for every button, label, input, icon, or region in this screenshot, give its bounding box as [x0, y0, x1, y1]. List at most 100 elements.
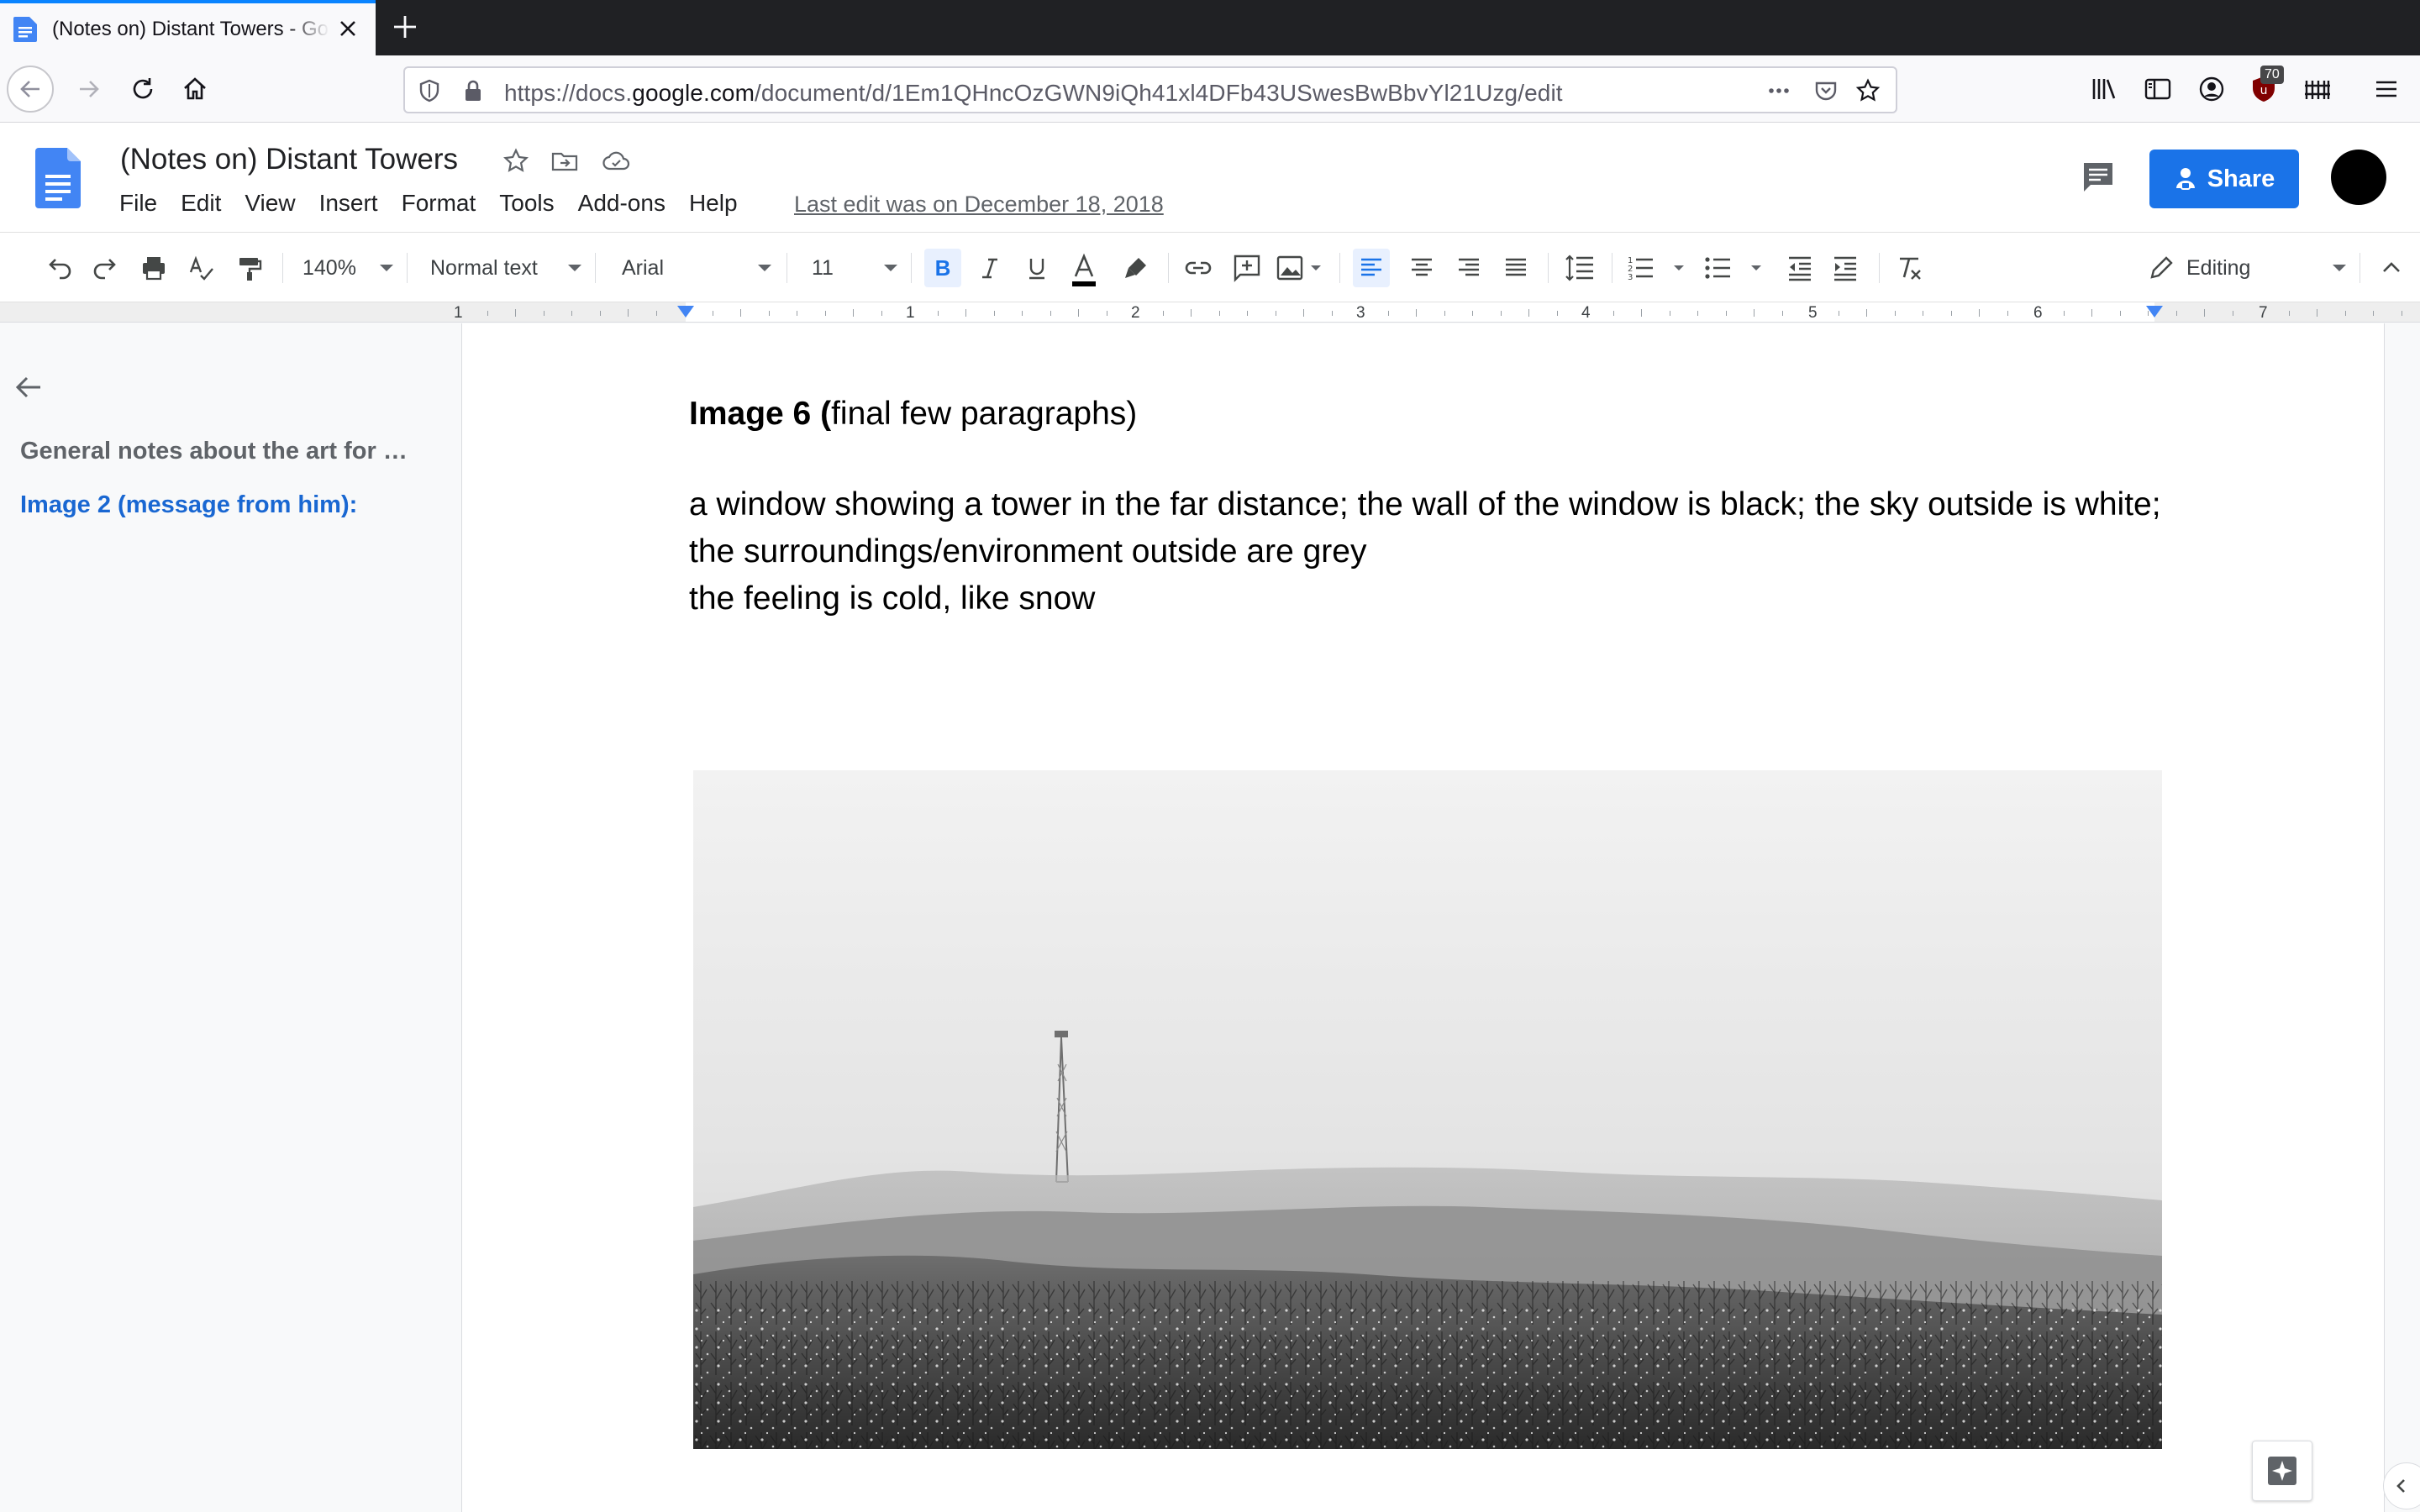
menu-format[interactable]: Format	[390, 190, 488, 217]
hamburger-menu-icon[interactable]	[2371, 74, 2402, 104]
ruler-tick	[1416, 309, 1417, 317]
left-indent-marker[interactable]	[677, 306, 694, 318]
horizontal-ruler[interactable]: 1 1 2 3 4 5 6 7	[0, 302, 2420, 323]
avatar[interactable]	[2331, 150, 2386, 205]
text-color-icon[interactable]	[1067, 251, 1101, 290]
document-page[interactable]: Image 6 (final few paragraphs) a window …	[461, 323, 2385, 1512]
justify-icon[interactable]	[1499, 251, 1533, 285]
star-icon[interactable]	[501, 146, 531, 176]
share-button[interactable]: Share	[2149, 150, 2299, 208]
browser-tab[interactable]: (Notes on) Distant Towers - Google Docs	[0, 0, 376, 55]
editing-mode-select[interactable]: Editing	[2186, 251, 2346, 285]
reload-button[interactable]	[119, 66, 166, 113]
ruler-tick	[600, 311, 601, 316]
menu-file[interactable]: File	[119, 190, 169, 217]
increase-indent-icon[interactable]	[1828, 251, 1862, 285]
insert-link-icon[interactable]	[1181, 251, 1215, 285]
chevron-left-icon	[2396, 1479, 2405, 1493]
decrease-indent-icon[interactable]	[1783, 251, 1817, 285]
ruler-tick	[1641, 309, 1642, 317]
clear-formatting-icon[interactable]	[1892, 251, 1926, 285]
ruler-label: 4	[1581, 304, 1591, 322]
ruler-tick	[2345, 311, 2346, 316]
outline-item-active[interactable]: Image 2 (message from him):	[20, 491, 424, 519]
inline-photo-tower-in-fog[interactable]	[693, 770, 2162, 1449]
redo-icon[interactable]	[89, 251, 123, 285]
outline-item[interactable]: General notes about the art for …	[20, 438, 424, 465]
font-size-select[interactable]: 11	[812, 251, 897, 285]
comment-history-icon[interactable]	[2079, 158, 2118, 197]
account-icon[interactable]	[2196, 74, 2227, 104]
spellcheck-icon[interactable]	[185, 251, 218, 285]
google-docs-logo-icon[interactable]	[35, 148, 81, 208]
paragraph-description[interactable]: a window showing a tower in the far dist…	[689, 481, 2185, 575]
close-outline-arrow-left-icon[interactable]	[12, 370, 45, 404]
ruler-tick	[2176, 311, 2177, 316]
document-title[interactable]: (Notes on) Distant Towers	[120, 143, 458, 176]
new-tab-plus-icon[interactable]	[390, 12, 420, 42]
sidebar-toggle-icon[interactable]	[2143, 74, 2173, 104]
editing-pencil-icon[interactable]	[2144, 251, 2178, 285]
font-size-value: 11	[812, 255, 834, 280]
bulleted-list-icon[interactable]	[1702, 251, 1766, 285]
ruler-tick	[1191, 309, 1192, 317]
zoom-select[interactable]: 140%	[302, 251, 393, 285]
ruler-tick	[1697, 311, 1698, 316]
tracking-shield-icon[interactable]	[417, 78, 442, 103]
ruler-tick	[571, 311, 572, 316]
menu-add-ons[interactable]: Add-ons	[566, 190, 677, 217]
library-icon[interactable]	[2089, 74, 2119, 104]
undo-icon[interactable]	[42, 251, 76, 285]
bold-icon[interactable]: B	[924, 249, 961, 287]
menu-edit[interactable]: Edit	[169, 190, 233, 217]
document-outline: General notes about the art for … Image …	[0, 323, 454, 1512]
address-bar[interactable]: https://docs.google.com/document/d/1Em1Q…	[403, 66, 1897, 113]
side-panel-toggle-button[interactable]	[2383, 1462, 2420, 1509]
extension-grid-icon[interactable]	[2302, 74, 2333, 104]
numbered-list-icon[interactable]: 123	[1625, 251, 1689, 285]
arrow-right-icon	[80, 81, 99, 97]
ruler-tick	[825, 311, 826, 316]
right-indent-marker[interactable]	[2146, 306, 2163, 318]
font-value: Arial	[622, 255, 665, 280]
paragraph-feeling[interactable]: the feeling is cold, like snow	[689, 575, 2185, 622]
bookmark-star-icon[interactable]	[1855, 78, 1881, 103]
explore-button[interactable]	[2252, 1441, 2312, 1501]
chevron-down-icon	[758, 265, 771, 271]
add-comment-icon[interactable]	[1230, 251, 1264, 285]
forward-button[interactable]	[66, 66, 113, 113]
close-tab-icon[interactable]	[334, 15, 361, 42]
home-button[interactable]	[171, 66, 218, 113]
lock-icon[interactable]	[460, 78, 486, 103]
print-icon[interactable]	[137, 251, 171, 285]
underline-icon[interactable]	[1020, 251, 1054, 285]
italic-icon[interactable]	[973, 251, 1007, 285]
last-edit-link[interactable]: Last edit was on December 18, 2018	[794, 192, 1164, 218]
page-actions-ellipsis-icon[interactable]	[1766, 78, 1791, 103]
highlight-color-icon[interactable]	[1119, 251, 1153, 285]
menu-help[interactable]: Help	[677, 190, 750, 217]
align-right-icon[interactable]	[1452, 251, 1486, 285]
ruler-tick	[1022, 311, 1023, 316]
pocket-icon[interactable]	[1813, 78, 1839, 103]
menu-view[interactable]: View	[233, 190, 307, 217]
hide-menus-chevron-up-icon[interactable]	[2375, 251, 2408, 285]
paint-format-icon[interactable]	[232, 251, 266, 285]
menu-insert[interactable]: Insert	[308, 190, 390, 217]
menu-tools[interactable]: Tools	[487, 190, 566, 217]
cloud-saved-icon[interactable]	[602, 146, 632, 176]
image-heading[interactable]: Image 6 (final few paragraphs)	[689, 391, 2185, 438]
docs-header: (Notes on) Distant Towers File Edit View…	[0, 123, 2420, 232]
line-spacing-icon[interactable]	[1563, 251, 1597, 285]
back-button[interactable]	[7, 66, 54, 113]
move-folder-icon[interactable]	[550, 146, 580, 176]
align-center-icon[interactable]	[1405, 251, 1439, 285]
url-host: google.com	[632, 80, 755, 106]
paragraph-style-select[interactable]: Normal text	[430, 251, 581, 285]
font-select[interactable]: Arial	[622, 251, 771, 285]
url-text[interactable]: https://docs.google.com/document/d/1Em1Q…	[504, 80, 1563, 107]
ruler-tick	[2204, 309, 2205, 317]
align-left-icon[interactable]	[1353, 249, 1390, 287]
ruler-label: 1	[454, 304, 463, 322]
insert-image-icon[interactable]	[1276, 251, 1326, 285]
